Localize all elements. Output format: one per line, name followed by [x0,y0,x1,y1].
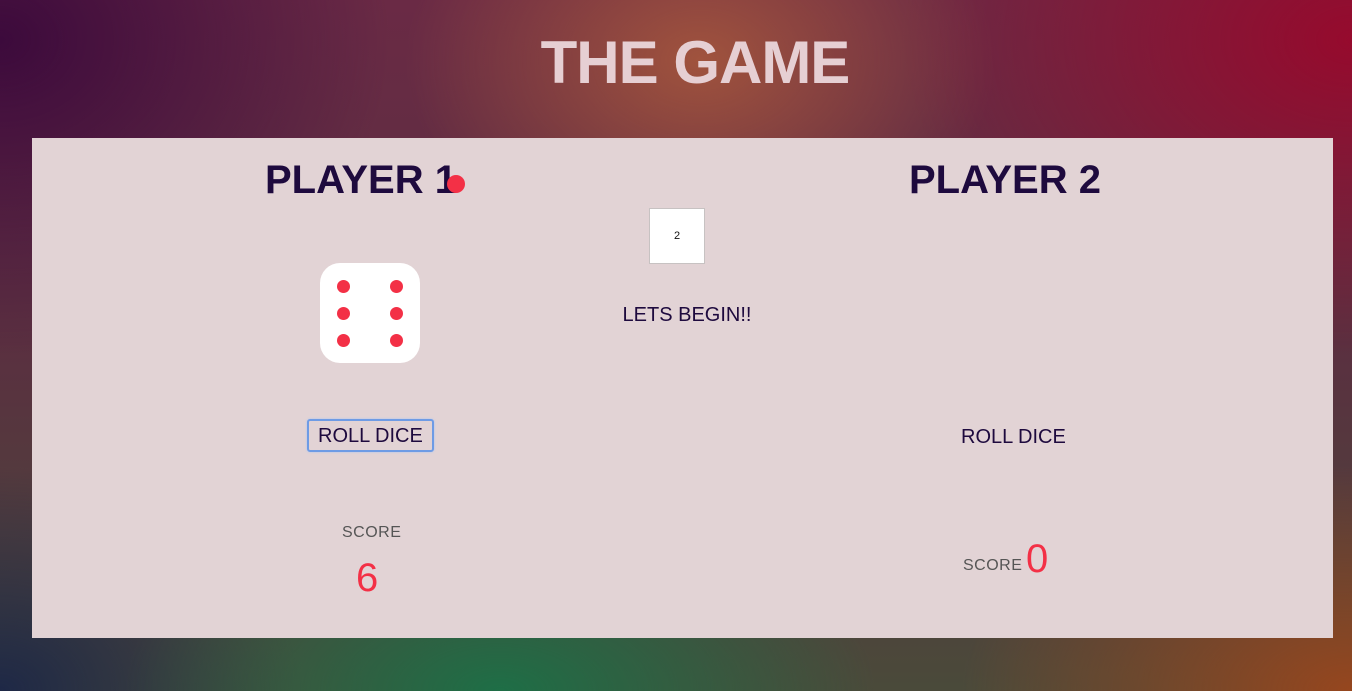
game-board: PLAYER 1 ROLL DICE SCORE 6 2 LETS BEGIN!… [32,138,1333,638]
dice-pip [390,334,403,347]
dice-pip [390,280,403,293]
game-message: LETS BEGIN!! [622,304,752,326]
dice-pip [337,334,350,347]
player-1-name: PLAYER 1 [265,158,457,202]
target-score-input[interactable]: 2 [649,208,705,264]
dice-pip [390,307,403,320]
active-player-indicator [447,175,465,193]
player-1-roll-dice-button[interactable]: ROLL DICE [307,419,434,452]
game-title: THE GAME [540,29,851,96]
player-2-score-label: SCORE [963,557,1023,574]
dice-pip [337,307,350,320]
player-2-score-value: 0 [1026,537,1049,581]
player-1-score-value: 6 [356,556,379,600]
dice-pip [337,280,350,293]
player-2-name: PLAYER 2 [909,158,1101,202]
player-2-roll-dice-button[interactable]: ROLL DICE [952,421,1075,454]
dice-face-six [320,263,420,363]
player-1-score-label: SCORE [342,524,402,541]
